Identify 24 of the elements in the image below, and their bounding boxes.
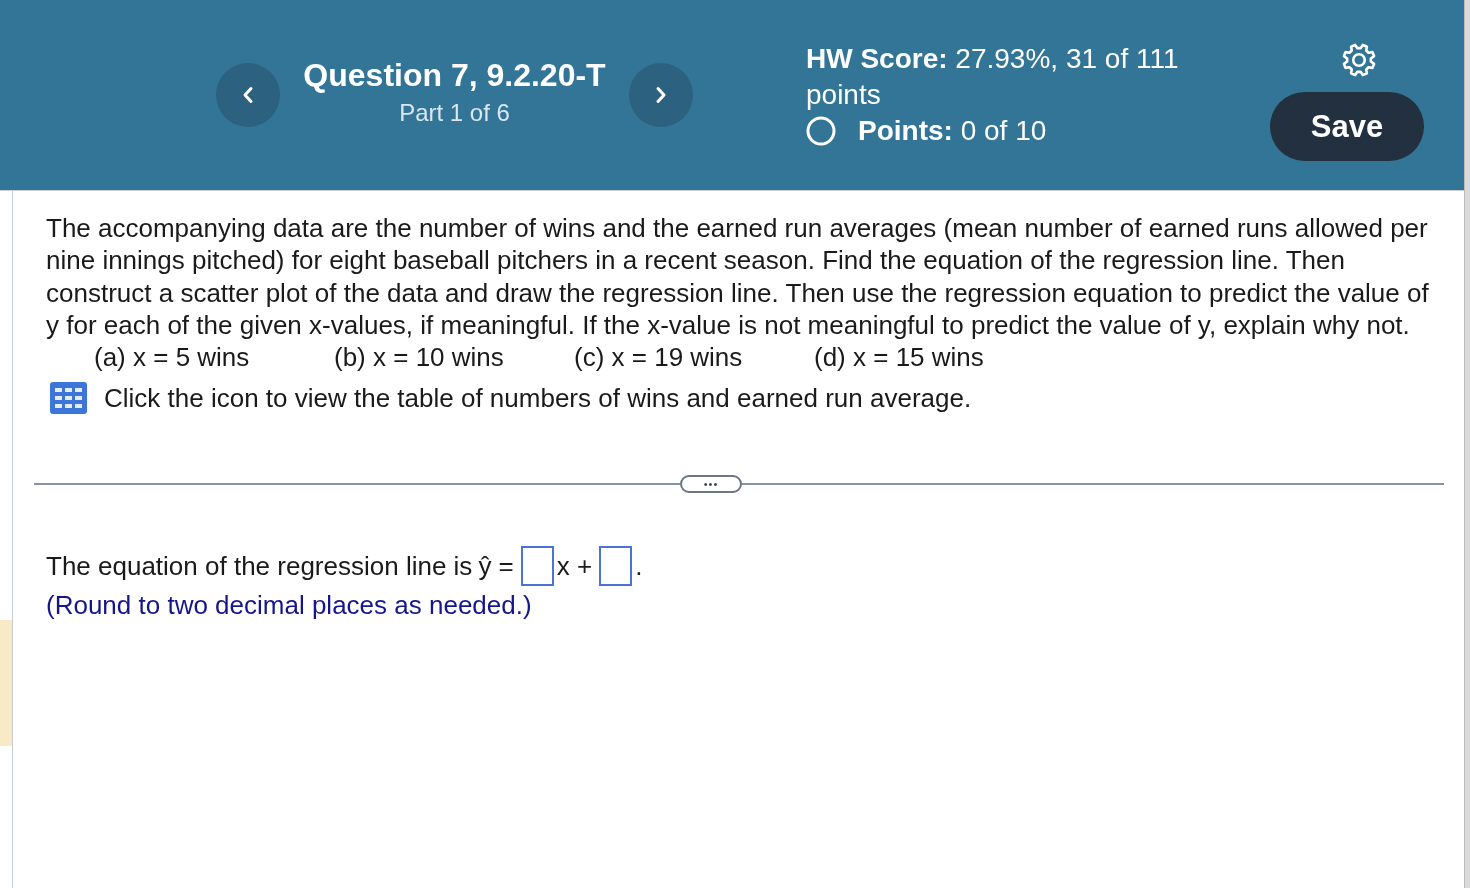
equation-text: The equation of the regression line is [46,550,473,582]
equation-text: . [635,550,643,582]
subquestion-text: (b) x = 10 wins [334,341,504,374]
points-text: Points: 0 of 10 [858,114,1047,148]
hw-score-text: HW Score: 27.93%, 31 of 111 points [806,41,1180,112]
chevron-right-icon [655,86,667,104]
table-icon[interactable] [50,382,87,415]
save-button[interactable]: Save [1270,92,1424,161]
chevron-left-icon [242,86,254,104]
equation-text: ŷ = [478,550,514,582]
answer-box[interactable] [520,546,554,587]
part-label: Part 1 of 6 [398,98,511,128]
expand-button[interactable]: ••• [680,475,742,494]
rounding-hint: (Round to two decimal places as needed.) [46,591,532,620]
question-title: Question 7, 9.2.20-T [302,57,607,93]
table-instruction: Click the icon to view the table of numbers of wins and earned run average. [104,382,972,414]
equation-text: x + [556,550,593,582]
question-text: The accompanying data are the number of wins and the earned run averages (mean number of earned runs allowed per nine innings pitched) for eight baseball pitchers in a recent season. Find the equation of the regression line. Then construct a scatter plot of the data and draw the regression line. Then use the regression equation to predict the value of y for each of the given x-values, if meaningful. If the x-value is not meaningful to predict the value of y, explain why not. [46,212,1430,342]
subquestion-text: (a) x = 5 wins [94,341,250,374]
settings-icon[interactable] [1341,42,1377,78]
subquestion-text: (c) x = 19 wins [574,341,743,374]
circle-icon [806,116,836,146]
subquestion-text: (d) x = 15 wins [814,341,984,374]
answer-box[interactable] [599,546,633,587]
